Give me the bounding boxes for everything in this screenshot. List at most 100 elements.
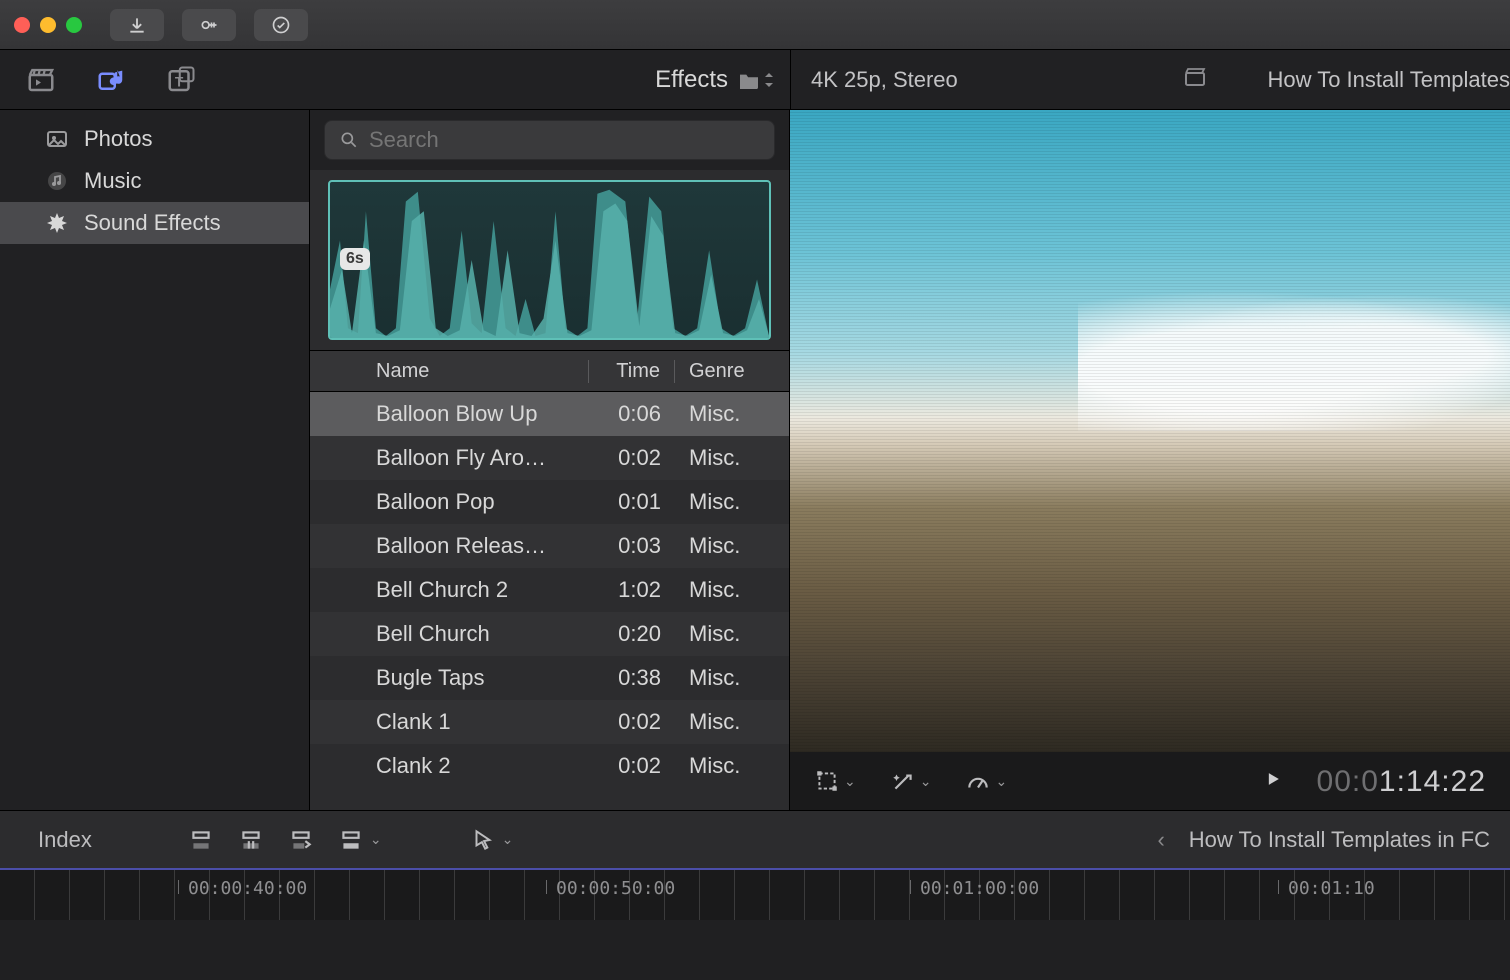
timeline-tracks[interactable] [0,920,1510,980]
cell-time: 1:02 [589,577,675,603]
import-button[interactable] [110,9,164,41]
index-button[interactable]: Index [20,827,110,853]
photos-icon [44,126,70,152]
background-tasks-button[interactable] [254,9,308,41]
timeline-title: How To Install Templates in FC [1189,827,1490,853]
titles-icon: T [166,65,196,95]
library-tab-audio[interactable] [94,63,128,97]
folder-icon [738,71,774,89]
cell-name: Bell Church 2 [370,577,589,603]
column-header-name[interactable]: Name [370,360,589,383]
insert-clip-button[interactable] [238,827,264,853]
history-back-button[interactable]: ‹ [1157,827,1164,853]
up-down-chevron-icon [764,72,774,88]
play-button[interactable] [1263,769,1283,794]
connect-clip-button[interactable] [188,827,214,853]
library-tab-clips[interactable] [24,63,58,97]
search-icon [339,130,359,150]
music-icon [44,168,70,194]
fullscreen-window-button[interactable] [66,17,82,33]
key-icon [199,15,219,35]
table-row[interactable]: Bugle Taps0:38Misc. [310,656,789,700]
sidebar-item-label: Music [84,168,141,194]
browser-source-label: Effects [655,66,728,94]
viewer-header: 4K 25p, Stereo How To Install Templates [790,50,1510,109]
keyword-button[interactable] [182,9,236,41]
video-preview[interactable] [790,110,1510,752]
ruler-tick: 00:01:10 [1288,878,1375,899]
overwrite-clip-button[interactable]: ⌄ [338,827,382,853]
table-row[interactable]: Balloon Blow Up0:06Misc. [310,392,789,436]
enhance-tool-button[interactable]: ⌄ [890,768,932,794]
append-clip-button[interactable] [288,827,314,853]
close-window-button[interactable] [14,17,30,33]
cell-name: Clank 1 [370,709,589,735]
waveform-duration-badge: 6s [340,248,370,270]
table-row[interactable]: Balloon Releas…0:03Misc. [310,524,789,568]
search-input[interactable] [369,127,760,153]
browser-source-selector[interactable]: Effects [310,50,790,109]
cell-genre: Misc. [675,533,775,559]
cell-name: Bell Church [370,621,589,647]
sidebar-item-sound-effects[interactable]: Sound Effects [0,202,309,244]
cell-genre: Misc. [675,753,775,779]
format-label: 4K 25p, Stereo [811,67,958,93]
search-field[interactable] [324,120,775,160]
browser-header: T Effects 4K 25p, Stereo How To Install … [0,50,1510,110]
cell-name: Clank 2 [370,753,589,779]
cell-genre: Misc. [675,577,775,603]
clapperboard-icon [1183,65,1207,95]
project-title: How To Install Templates [1267,67,1510,93]
cell-time: 0:06 [589,401,675,427]
viewer-controls: ⌄ ⌄ ⌄ 00:01:14:22 [790,752,1510,810]
clapperboard-icon [26,65,56,95]
sidebar-item-label: Photos [84,126,153,152]
cell-genre: Misc. [675,489,775,515]
download-arrow-icon [127,15,147,35]
sidebar-item-photos[interactable]: Photos [0,118,309,160]
cell-time: 0:02 [589,753,675,779]
ruler-tick: 00:01:00:00 [920,878,1039,899]
table-row[interactable]: Balloon Fly Aro…0:02Misc. [310,436,789,480]
library-tab-titles[interactable]: T [164,63,198,97]
retime-tool-button[interactable]: ⌄ [965,768,1007,794]
table-row[interactable]: Bell Church 21:02Misc. [310,568,789,612]
table-row[interactable]: Bell Church0:20Misc. [310,612,789,656]
cell-genre: Misc. [675,401,775,427]
cell-genre: Misc. [675,621,775,647]
cell-time: 0:38 [589,665,675,691]
cell-name: Balloon Blow Up [370,401,589,427]
waveform-preview[interactable]: 6s [328,180,771,340]
transform-tool-button[interactable]: ⌄ [814,768,856,794]
wand-icon [890,768,916,794]
ruler-tick: 00:00:40:00 [188,878,307,899]
cell-name: Balloon Releas… [370,533,589,559]
sound-effects-list: Balloon Blow Up0:06Misc.Balloon Fly Aro…… [310,392,789,810]
cell-name: Bugle Taps [370,665,589,691]
timecode-display[interactable]: 00:01:14:22 [1317,764,1486,799]
column-header-time[interactable]: Time [589,360,675,383]
viewer-panel: ⌄ ⌄ ⌄ 00:01:14:22 [790,110,1510,810]
burst-icon [44,210,70,236]
cell-name: Balloon Fly Aro… [370,445,589,471]
window-controls [14,17,82,33]
cell-genre: Misc. [675,445,775,471]
cell-time: 0:02 [589,445,675,471]
table-header: Name Time Genre [310,350,789,392]
minimize-window-button[interactable] [40,17,56,33]
sidebar-item-music[interactable]: Music [0,160,309,202]
column-header-genre[interactable]: Genre [675,360,775,383]
library-tabs: T [0,50,310,109]
checkmark-circle-icon [271,15,291,35]
table-row[interactable]: Clank 10:02Misc. [310,700,789,744]
cell-genre: Misc. [675,709,775,735]
table-row[interactable]: Clank 20:02Misc. [310,744,789,788]
cell-time: 0:02 [589,709,675,735]
cell-genre: Misc. [675,665,775,691]
timeline-ruler[interactable]: 00:00:40:0000:00:50:0000:01:00:0000:01:1… [0,868,1510,920]
table-row[interactable]: Balloon Pop0:01Misc. [310,480,789,524]
titlebar [0,0,1510,50]
cell-time: 0:01 [589,489,675,515]
speedometer-icon [965,768,991,794]
select-tool-button[interactable]: ⌄ [470,827,514,853]
